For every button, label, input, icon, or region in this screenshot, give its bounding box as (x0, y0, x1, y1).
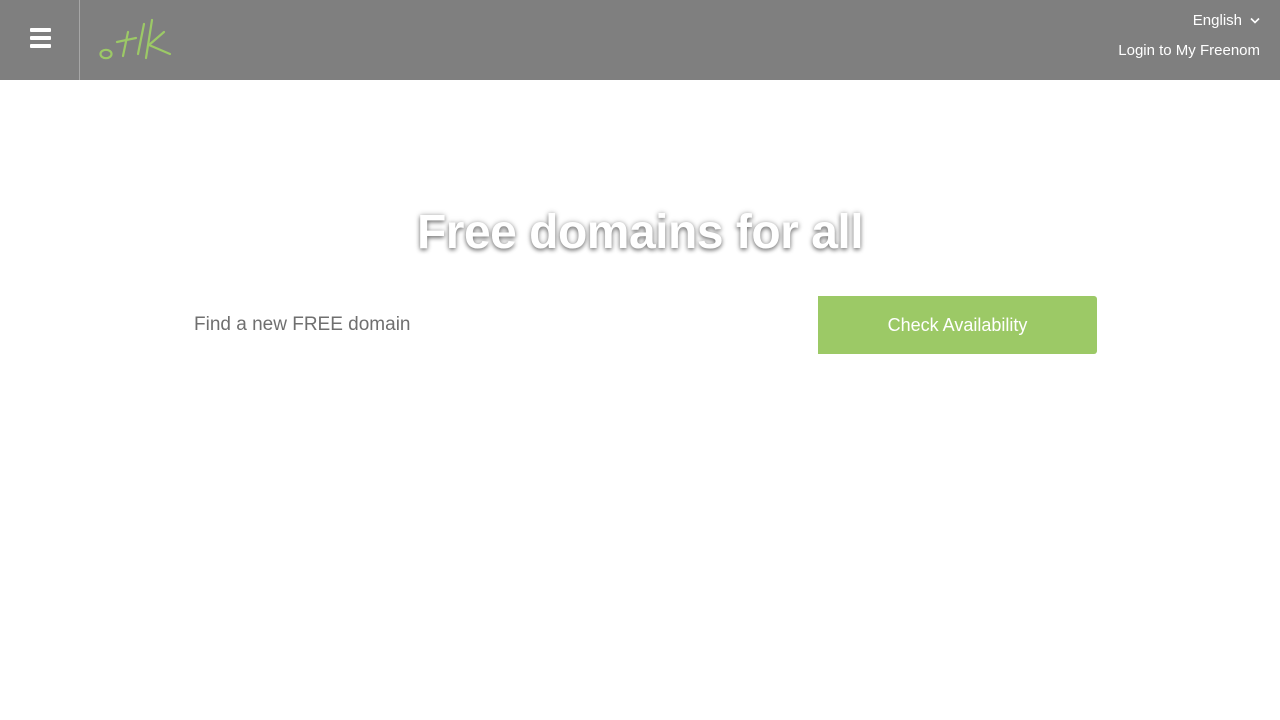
tk-logo-icon (99, 18, 172, 60)
hamburger-icon (30, 28, 51, 32)
hero-title: Free domains for all (0, 205, 1280, 260)
hamburger-icon-line (30, 36, 51, 40)
language-selector[interactable]: English (1193, 12, 1260, 29)
domain-search-input[interactable] (183, 296, 818, 354)
hero-title-part2: for all (735, 206, 864, 259)
hamburger-icon-line (30, 44, 51, 48)
login-link[interactable]: Login to My Freenom (1118, 42, 1260, 59)
hero-title-part1: Free domains (416, 206, 736, 259)
check-availability-button[interactable]: Check Availability (818, 296, 1097, 354)
menu-button[interactable] (0, 0, 80, 80)
tk-logo[interactable] (94, 14, 178, 66)
language-label: English (1192, 12, 1242, 29)
chevron-down-icon (1250, 17, 1260, 24)
top-header: English Login to My Freenom (0, 0, 1280, 80)
